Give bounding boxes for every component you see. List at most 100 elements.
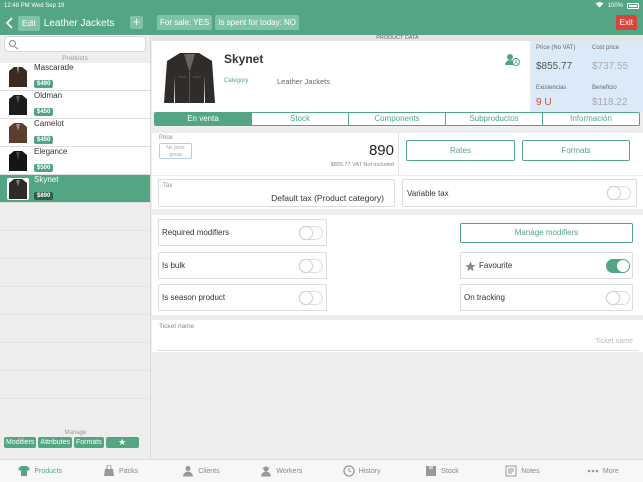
tab-clients[interactable]: Clients: [161, 460, 241, 482]
list-item[interactable]: Elegance $500: [0, 147, 150, 175]
cost-price-label: Cost price: [592, 45, 620, 51]
tab-notes[interactable]: Notes: [482, 460, 562, 482]
variable-tax-field: Variable tax: [402, 179, 637, 207]
search-input[interactable]: [4, 36, 146, 52]
tax-field[interactable]: Tax Default tax (Product category): [158, 179, 395, 207]
bottom-tab-bar: Products Packs Clients Workers History S…: [0, 459, 643, 482]
profit-value: $118.22: [592, 97, 628, 108]
back-arrow-icon[interactable]: [0, 11, 18, 35]
cost-price-value: $737.55: [592, 61, 629, 72]
tab-history[interactable]: History: [322, 460, 402, 482]
empty-row: [0, 259, 150, 287]
modifiers-section: Required modifiers Manage modifiers Is b…: [152, 215, 643, 315]
tab-informacion[interactable]: Información: [543, 113, 639, 125]
tax-section: Tax Default tax (Product category) Varia…: [152, 176, 643, 209]
product-name: Oldman: [34, 91, 63, 100]
product-name-heading: Skynet: [224, 52, 264, 66]
tab-workers[interactable]: Workers: [241, 460, 321, 482]
season-product-toggle[interactable]: [299, 291, 323, 305]
attributes-button[interactable]: Attributes: [38, 437, 72, 448]
tab-en-venta[interactable]: En venta: [155, 113, 252, 125]
formats-button[interactable]: Formats: [73, 437, 104, 448]
sidebar: Products Mascarade $490 Oldman $450 Came…: [0, 35, 151, 459]
tab-packs[interactable]: Packs: [80, 460, 160, 482]
list-item[interactable]: Oldman $450: [0, 91, 150, 119]
divider: [398, 133, 399, 175]
ticket-name-section: Ticket name Ticket name: [152, 320, 643, 352]
product-image[interactable]: [162, 47, 217, 107]
for-sale-button[interactable]: For sale: YES: [157, 15, 213, 30]
formats-button[interactable]: Formats: [522, 140, 630, 161]
empty-row: [0, 231, 150, 259]
wifi-icon: [595, 1, 604, 10]
spent-today-button[interactable]: Is spent for today: NO: [215, 15, 300, 30]
status-bar: 12:48 PM Wed Sep 19 100%: [0, 0, 643, 11]
product-tabs: En venta Stock Components Subproductos I…: [154, 112, 640, 126]
price-input[interactable]: 890: [369, 142, 394, 159]
search-icon: [9, 40, 16, 47]
tab-stock[interactable]: Stock: [252, 113, 349, 125]
stock-value: 9 U: [536, 97, 552, 108]
exit-button[interactable]: Exit: [615, 15, 637, 30]
status-date: Wed Sep 19: [31, 2, 65, 9]
tab-label: More: [602, 467, 619, 475]
jacket-thumbnail: [7, 122, 29, 144]
list-item[interactable]: Camelot $450: [0, 119, 150, 147]
jacket-thumbnail: [7, 94, 29, 116]
tab-subproductos[interactable]: Subproductos: [446, 113, 543, 125]
products-section-label: Products: [62, 55, 88, 62]
bag-icon: [103, 465, 115, 477]
ticket-name-input[interactable]: Ticket name: [595, 338, 633, 345]
tab-label: Clients: [198, 467, 220, 475]
favourites-button[interactable]: ★: [105, 437, 139, 448]
product-name: Elegance: [34, 147, 68, 156]
navigation-bar: Edit Leather Jackets + For sale: YES Is …: [0, 11, 643, 35]
product-header: Skynet Category Leather Jackets A: [152, 41, 530, 112]
add-product-button[interactable]: +: [130, 15, 143, 29]
price-badge: $890: [34, 192, 54, 200]
tab-more[interactable]: More: [563, 460, 643, 482]
status-time: 12:48 PM: [4, 2, 30, 9]
price-badge: $490: [34, 80, 54, 88]
modifiers-button[interactable]: Modifiers: [4, 437, 37, 448]
tab-stock[interactable]: Stock: [402, 460, 482, 482]
no-price-group-button[interactable]: No price group: [159, 143, 192, 159]
variable-tax-label: Variable tax: [407, 189, 449, 198]
bulk-toggle[interactable]: [299, 259, 323, 273]
tax-label: Tax: [163, 183, 173, 189]
category-label: Category: [224, 78, 249, 84]
bulk-label: Is bulk: [162, 261, 186, 270]
edit-button[interactable]: Edit: [18, 15, 40, 31]
list-item[interactable]: Mascarade $490: [0, 63, 150, 91]
user-translate-icon[interactable]: A: [504, 53, 520, 67]
category-value[interactable]: Leather Jackets: [277, 77, 330, 86]
tab-products[interactable]: Products: [0, 460, 80, 482]
tab-components[interactable]: Components: [349, 113, 446, 125]
price-badge: $450: [34, 108, 54, 116]
divider: [157, 350, 638, 351]
rates-button[interactable]: Rates: [406, 140, 515, 161]
product-name: Skynet: [34, 175, 59, 184]
list-item-selected[interactable]: Skynet $890: [0, 175, 150, 203]
variable-tax-toggle[interactable]: [607, 186, 631, 200]
profit-label: Beneficio: [592, 85, 617, 91]
jacket-thumbnail: [7, 150, 29, 172]
worker-icon: [260, 465, 272, 477]
tab-label: Notes: [521, 467, 540, 475]
favourite-label: Favourite: [479, 261, 513, 270]
ticket-name-label: Ticket name: [159, 323, 195, 330]
stock-label: Existencias: [536, 85, 567, 91]
person-icon: [182, 465, 194, 477]
manage-modifiers-button[interactable]: Manage modifiers: [460, 223, 633, 243]
box-icon: [425, 465, 437, 477]
on-tracking-toggle[interactable]: [606, 291, 630, 305]
star-icon: [465, 259, 476, 277]
on-tracking-row: On tracking: [460, 284, 633, 311]
tab-label: Products: [34, 467, 62, 475]
tab-label: Stock: [441, 467, 459, 475]
required-modifiers-toggle[interactable]: [299, 226, 323, 240]
season-product-label: Is season product: [162, 293, 226, 302]
favourite-toggle[interactable]: [606, 259, 630, 273]
bulk-row: Is bulk: [158, 252, 327, 279]
favourite-row: Favourite: [460, 252, 633, 279]
